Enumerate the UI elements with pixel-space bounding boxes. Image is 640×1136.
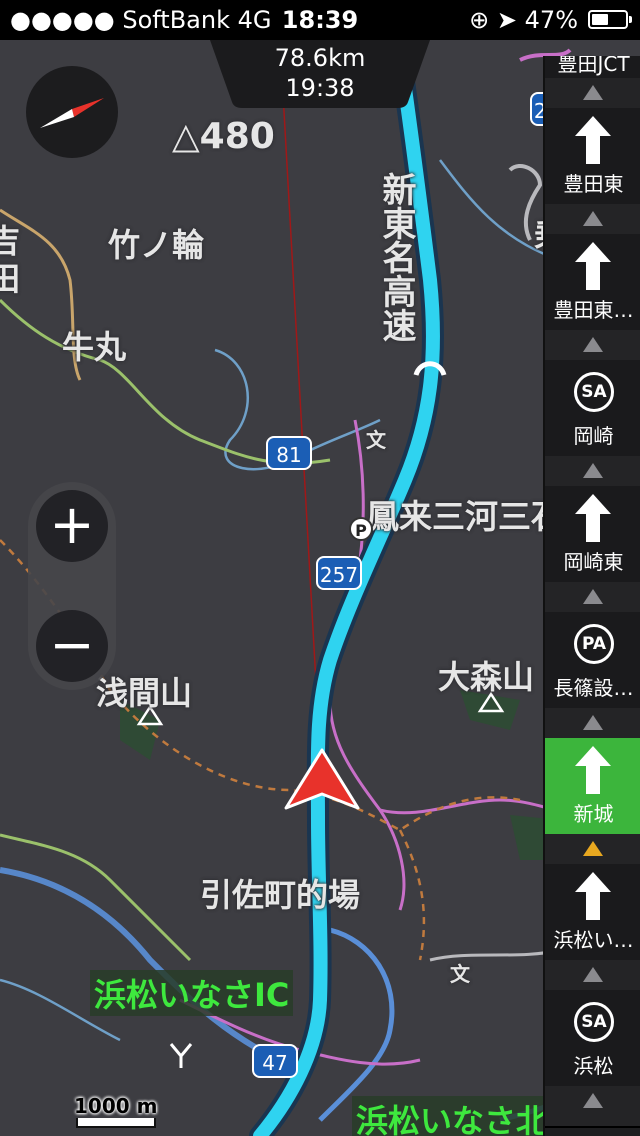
map-label-takenowa: 竹ノ輪 xyxy=(108,226,205,264)
highway-panel-item[interactable]: 浜松い… xyxy=(545,864,640,962)
triangle-up-icon xyxy=(583,211,603,226)
trip-info-panel[interactable]: 78.6km 19:38 xyxy=(210,40,430,110)
highway-panel-separator xyxy=(545,456,640,488)
highway-panel-item[interactable]: 豊田東… xyxy=(545,234,640,332)
highway-panel-separator xyxy=(545,834,640,866)
highway-panel-item-label: 新城 xyxy=(573,802,614,826)
map-label-left-edge-b: 田 xyxy=(0,260,21,298)
zoom-in-button[interactable]: + xyxy=(36,490,108,562)
triangle-up-icon xyxy=(583,715,603,730)
highway-panel-item[interactable]: 豊田東 xyxy=(545,108,640,206)
school-icon: 文 xyxy=(366,428,386,452)
highway-panel-item-label: 岡崎東 xyxy=(563,550,624,574)
highway-panel-separator xyxy=(545,960,640,992)
triangle-up-icon xyxy=(583,463,603,478)
arrow-up-icon xyxy=(575,116,611,164)
map-scale-bar xyxy=(76,1118,156,1128)
triangle-up-icon xyxy=(583,1093,603,1108)
ic-label-hamamatsu-inasa: 浜松いなさIC xyxy=(90,970,294,1016)
compass-icon xyxy=(40,98,104,128)
zoom-control: + − xyxy=(28,482,116,690)
parking-icon: P xyxy=(349,517,373,541)
highway-panel-item[interactable]: 新城 xyxy=(545,738,640,836)
highway-panel-item-label: 豊田東… xyxy=(553,298,634,322)
map-scale-label: 1000 m xyxy=(74,1094,158,1118)
triangle-up-icon xyxy=(583,967,603,982)
arrow-up-icon xyxy=(575,746,611,794)
arrow-up-icon xyxy=(575,494,611,542)
remaining-distance: 78.6km xyxy=(274,44,366,72)
triangle-up-icon xyxy=(583,337,603,352)
status-bar: ●●●●● SoftBank 4G 18:39 ⊕ ➤ 47% xyxy=(0,0,640,40)
highway-panel-item[interactable]: PA 長篠設… xyxy=(545,612,640,710)
highway-panel-item-label: 浜松い… xyxy=(553,928,634,952)
route-shield-47: 47 xyxy=(252,1044,298,1078)
status-indicators: ⊕ ➤ 47% xyxy=(469,6,578,34)
highway-guide-panel[interactable]: 豊田JCT 豊田東豊田東… SA 岡崎岡崎東 PA 長篠設… 新城浜松い… SA 浜松 xyxy=(543,56,640,1136)
battery-icon xyxy=(588,10,632,29)
sa-icon: SA xyxy=(574,1002,614,1042)
pa-icon: PA xyxy=(574,624,614,664)
highway-panel-item[interactable]: SA 浜松 xyxy=(545,990,640,1088)
map-label-asamayama: 浅間山 xyxy=(96,674,193,712)
route-shield-257: 257 xyxy=(316,556,362,590)
map-label-peak-480: △480 xyxy=(172,116,275,157)
navigation-screen: △480 竹ノ輪 牛丸 新東名高速 鳳来三河三石 浅間山 大森山 引佐町的場 乗… xyxy=(0,0,640,1136)
map-label-horai: 鳳来三河三石 xyxy=(366,497,564,536)
map-label-hikisa: 引佐町的場 xyxy=(200,876,361,914)
triangle-up-icon xyxy=(583,589,603,604)
highway-panel-separator xyxy=(545,78,640,110)
highway-panel-separator xyxy=(545,1086,640,1128)
highway-panel-item-label: 浜松 xyxy=(573,1054,614,1078)
arrow-up-icon xyxy=(575,872,611,920)
map-label-omoriyama: 大森山 xyxy=(438,658,535,696)
junction-icon xyxy=(169,1043,193,1068)
triangle-up-icon xyxy=(583,85,603,100)
highway-panel-item-label: 岡崎 xyxy=(573,424,614,448)
current-position-marker xyxy=(284,748,360,810)
highway-panel-separator xyxy=(545,708,640,740)
highway-panel-separator xyxy=(545,204,640,236)
highway-panel-item[interactable]: 岡崎東 xyxy=(545,486,640,584)
compass-button[interactable] xyxy=(26,66,118,158)
highway-panel-item[interactable]: SA 岡崎 xyxy=(545,360,640,458)
map-label-ushimaru: 牛丸 xyxy=(62,328,127,366)
school-icon: 文 xyxy=(450,962,470,986)
highway-panel-item-label: 長篠設… xyxy=(553,676,634,700)
map-label-expressway: 新東名高速 xyxy=(376,172,416,342)
sa-icon: SA xyxy=(574,372,614,412)
route-shield-81: 81 xyxy=(266,436,312,470)
zoom-out-button[interactable]: − xyxy=(36,610,108,682)
highway-panel-item-label: 豊田東 xyxy=(563,172,624,196)
arrow-up-icon xyxy=(575,242,611,290)
highway-panel-separator xyxy=(545,330,640,362)
arrival-time: 19:38 xyxy=(285,74,355,102)
highway-panel-top-label: 豊田JCT xyxy=(557,56,630,76)
highway-panel-separator xyxy=(545,582,640,614)
triangle-up-icon xyxy=(583,841,603,856)
